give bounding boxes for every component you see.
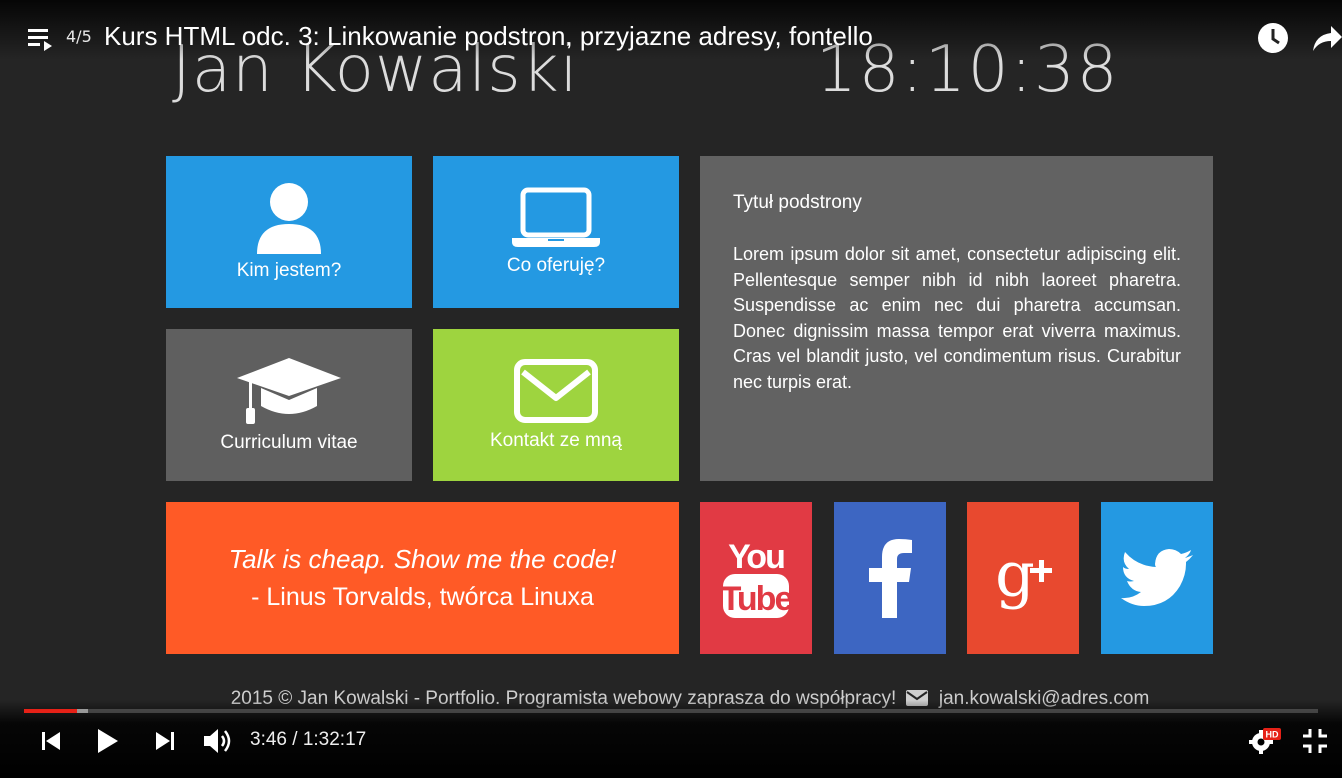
tile-label: Kontakt ze mną (489, 430, 623, 451)
google-plus-icon: g (995, 538, 1052, 611)
social-youtube[interactable]: You Tube (700, 502, 812, 654)
content-title: Tytuł podstrony (733, 192, 862, 213)
previous-icon[interactable] (38, 726, 64, 756)
social-facebook[interactable] (834, 502, 946, 654)
progress-bar[interactable] (24, 709, 1318, 713)
tile-label: Co oferuję? (506, 255, 606, 276)
tile-label: Curriculum vitae (220, 432, 358, 453)
playlist-icon[interactable] (28, 26, 54, 52)
social-twitter[interactable] (1101, 502, 1213, 654)
time-display: 3:46 / 1:32:17 (250, 729, 367, 750)
next-icon[interactable] (152, 726, 178, 756)
tile-co-oferuje[interactable]: Co oferuję? (433, 156, 679, 308)
volume-icon[interactable] (202, 726, 234, 756)
social-google-plus[interactable]: g (967, 502, 1079, 654)
exit-fullscreen-icon[interactable] (1300, 726, 1330, 756)
graduation-cap-icon (237, 358, 341, 424)
settings-icon[interactable]: HD (1248, 726, 1282, 756)
tile-curriculum-vitae[interactable]: Curriculum vitae (166, 329, 412, 481)
playlist-counter: 4/5 (66, 27, 92, 46)
share-icon[interactable] (1311, 24, 1342, 54)
video-title[interactable]: Kurs HTML odc. 3: Linkowanie podstron, p… (104, 20, 873, 52)
svg-text:Tube: Tube (721, 580, 791, 618)
svg-text:You: You (728, 538, 784, 576)
youtube-icon: You Tube (721, 538, 791, 618)
tile-label: Kim jestem? (236, 260, 342, 281)
play-icon[interactable] (94, 726, 122, 756)
tile-kim-jestem[interactable]: Kim jestem? (166, 156, 412, 308)
content-panel: Tytuł podstrony Lorem ipsum dolor sit am… (700, 156, 1213, 481)
progress-played (24, 709, 77, 713)
tile-kontakt[interactable]: Kontakt ze mną (433, 329, 679, 481)
twitter-icon (1121, 549, 1193, 606)
quote-author: - Linus Torvalds, twórca Linuxa (251, 583, 594, 611)
hd-badge: HD (1266, 730, 1279, 740)
facebook-icon (869, 539, 912, 618)
user-icon (257, 183, 321, 254)
laptop-icon (512, 187, 600, 247)
content-text: Lorem ipsum dolor sit amet, consectetur … (733, 244, 1181, 392)
clock-icon[interactable] (1257, 22, 1289, 54)
quote-tile: Talk is cheap. Show me the code! - Linus… (166, 502, 679, 654)
envelope-icon (514, 359, 598, 423)
quote-text: Talk is cheap. Show me the code! (228, 544, 617, 574)
svg-text:g: g (995, 538, 1035, 611)
